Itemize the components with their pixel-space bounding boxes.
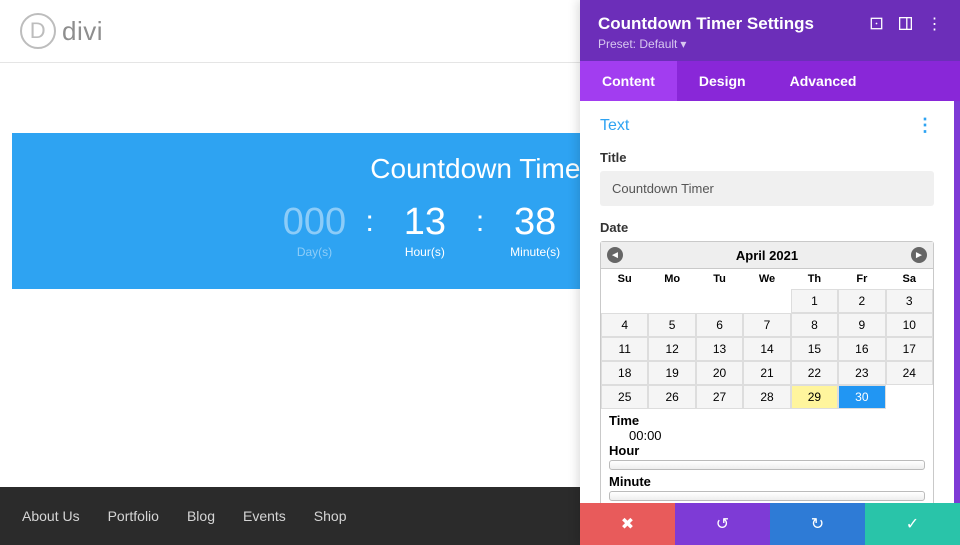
redo-button[interactable]: ↻ <box>770 503 865 545</box>
title-input[interactable] <box>600 171 934 206</box>
panel-body: Text ⋮ Title Date ◄ April 2021 ► SuMoTuW… <box>580 101 960 503</box>
tab-content[interactable]: Content <box>580 61 677 101</box>
calendar-day[interactable]: 25 <box>601 385 648 409</box>
title-field-label: Title <box>600 150 934 165</box>
calendar-day[interactable]: 21 <box>743 361 790 385</box>
panel-header: Countdown Timer Settings Preset: Default… <box>580 0 960 61</box>
calendar-day[interactable]: 22 <box>791 361 838 385</box>
timer-days: 000 Day(s) <box>269 203 359 259</box>
calendar-day[interactable]: 20 <box>696 361 743 385</box>
calendar-empty <box>743 289 790 313</box>
hours-label: Hour(s) <box>405 245 445 259</box>
calendar-empty <box>886 385 933 409</box>
divi-logo-icon: D <box>20 13 56 49</box>
calendar-day[interactable]: 28 <box>743 385 790 409</box>
calendar-day[interactable]: 11 <box>601 337 648 361</box>
preset-selector[interactable]: Preset: Default▾ <box>598 37 814 51</box>
calendar-day[interactable]: 2 <box>838 289 885 313</box>
calendar-day[interactable]: 10 <box>886 313 933 337</box>
calendar-day[interactable]: 30 <box>838 385 885 409</box>
settings-panel: Countdown Timer Settings Preset: Default… <box>580 0 960 545</box>
save-button[interactable]: ✓ <box>865 503 960 545</box>
time-block: Time 00:00 Hour Minute <box>601 409 933 503</box>
panel-tabs: Content Design Advanced <box>580 61 960 101</box>
calendar-day[interactable]: 3 <box>886 289 933 313</box>
minute-label: Minute <box>609 474 925 489</box>
calendar-day[interactable]: 7 <box>743 313 790 337</box>
minute-slider[interactable] <box>609 491 925 501</box>
expand-icon[interactable] <box>869 16 884 31</box>
calendar-day[interactable]: 8 <box>791 313 838 337</box>
footer-link[interactable]: Shop <box>314 508 347 524</box>
weekday-header: Su <box>601 269 648 289</box>
prev-month-button[interactable]: ◄ <box>607 247 623 263</box>
divi-logo[interactable]: D divi <box>20 13 103 49</box>
timer-minutes: 38 Minute(s) <box>490 203 580 259</box>
cancel-button[interactable]: ✖ <box>580 503 675 545</box>
calendar-day[interactable]: 16 <box>838 337 885 361</box>
calendar-empty <box>601 289 648 313</box>
minutes-value: 38 <box>514 203 556 241</box>
calendar-day[interactable]: 12 <box>648 337 695 361</box>
minutes-label: Minute(s) <box>510 245 560 259</box>
snap-icon[interactable] <box>898 16 913 31</box>
footer-link[interactable]: Blog <box>187 508 215 524</box>
brand-name: divi <box>62 16 103 47</box>
calendar-day[interactable]: 5 <box>648 313 695 337</box>
calendar-day[interactable]: 19 <box>648 361 695 385</box>
weekday-header: Th <box>791 269 838 289</box>
date-picker: ◄ April 2021 ► SuMoTuWeThFrSa12345678910… <box>600 241 934 503</box>
separator: : <box>359 203 379 239</box>
calendar-day[interactable]: 4 <box>601 313 648 337</box>
calendar-day[interactable]: 24 <box>886 361 933 385</box>
calendar-day[interactable]: 9 <box>838 313 885 337</box>
tab-advanced[interactable]: Advanced <box>768 61 879 101</box>
footer-link[interactable]: Events <box>243 508 286 524</box>
calendar-day[interactable]: 23 <box>838 361 885 385</box>
time-label: Time <box>609 413 925 428</box>
calendar-day[interactable]: 1 <box>791 289 838 313</box>
separator: : <box>470 203 490 239</box>
footer-link[interactable]: About Us <box>22 508 80 524</box>
panel-title: Countdown Timer Settings <box>598 14 814 34</box>
kebab-menu-icon[interactable]: ⋮ <box>927 16 942 31</box>
days-value: 000 <box>283 203 346 241</box>
timer-hours: 13 Hour(s) <box>380 203 470 259</box>
weekday-header: Mo <box>648 269 695 289</box>
footer-link[interactable]: Portfolio <box>108 508 159 524</box>
weekday-header: Tu <box>696 269 743 289</box>
weekday-header: Sa <box>886 269 933 289</box>
section-title-text[interactable]: Text <box>600 117 629 135</box>
next-month-button[interactable]: ► <box>911 247 927 263</box>
calendar-header: ◄ April 2021 ► <box>601 242 933 269</box>
time-value: 00:00 <box>609 428 925 443</box>
calendar-day[interactable]: 14 <box>743 337 790 361</box>
calendar-empty <box>696 289 743 313</box>
tab-design[interactable]: Design <box>677 61 768 101</box>
panel-actions: ✖ ↺ ↻ ✓ <box>580 503 960 545</box>
section-menu-icon[interactable]: ⋮ <box>916 115 934 136</box>
calendar-day[interactable]: 17 <box>886 337 933 361</box>
calendar-month: April 2021 <box>736 248 798 263</box>
calendar-day[interactable]: 15 <box>791 337 838 361</box>
undo-button[interactable]: ↺ <box>675 503 770 545</box>
date-field-label: Date <box>600 220 934 235</box>
calendar-day[interactable]: 27 <box>696 385 743 409</box>
calendar-day[interactable]: 29 <box>791 385 838 409</box>
calendar-day[interactable]: 18 <box>601 361 648 385</box>
calendar-day[interactable]: 6 <box>696 313 743 337</box>
hour-label: Hour <box>609 443 925 458</box>
weekday-header: Fr <box>838 269 885 289</box>
hour-slider[interactable] <box>609 460 925 470</box>
calendar-day[interactable]: 13 <box>696 337 743 361</box>
hours-value: 13 <box>404 203 446 241</box>
days-label: Day(s) <box>297 245 332 259</box>
calendar-empty <box>648 289 695 313</box>
calendar-day[interactable]: 26 <box>648 385 695 409</box>
calendar-grid: SuMoTuWeThFrSa12345678910111213141516171… <box>601 269 933 409</box>
weekday-header: We <box>743 269 790 289</box>
